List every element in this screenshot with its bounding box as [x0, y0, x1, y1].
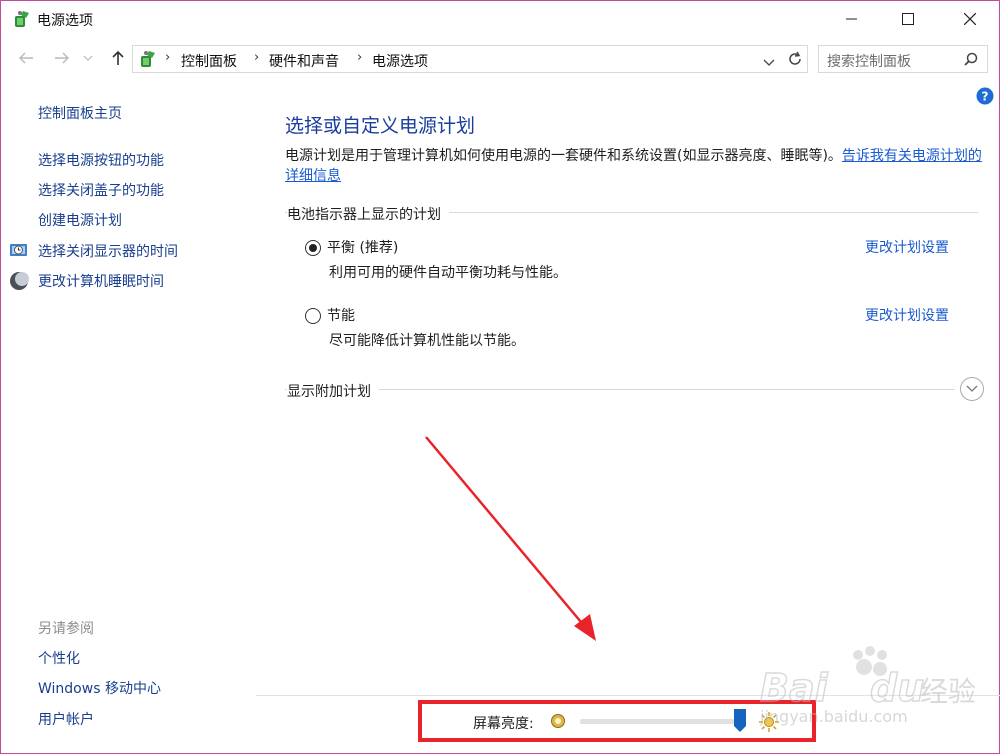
- svg-text:经验: 经验: [920, 675, 976, 708]
- svg-text:du: du: [870, 666, 924, 710]
- watermark-url: jingyan.baidu.com: [760, 707, 908, 726]
- annotation-arrow: [425, 436, 596, 641]
- baidu-jingyan-watermark: Bai du 经验 jingyan.baidu.com: [759, 645, 980, 735]
- brightness-highlight-box: [418, 700, 816, 742]
- svg-text:Bai: Bai: [760, 666, 829, 710]
